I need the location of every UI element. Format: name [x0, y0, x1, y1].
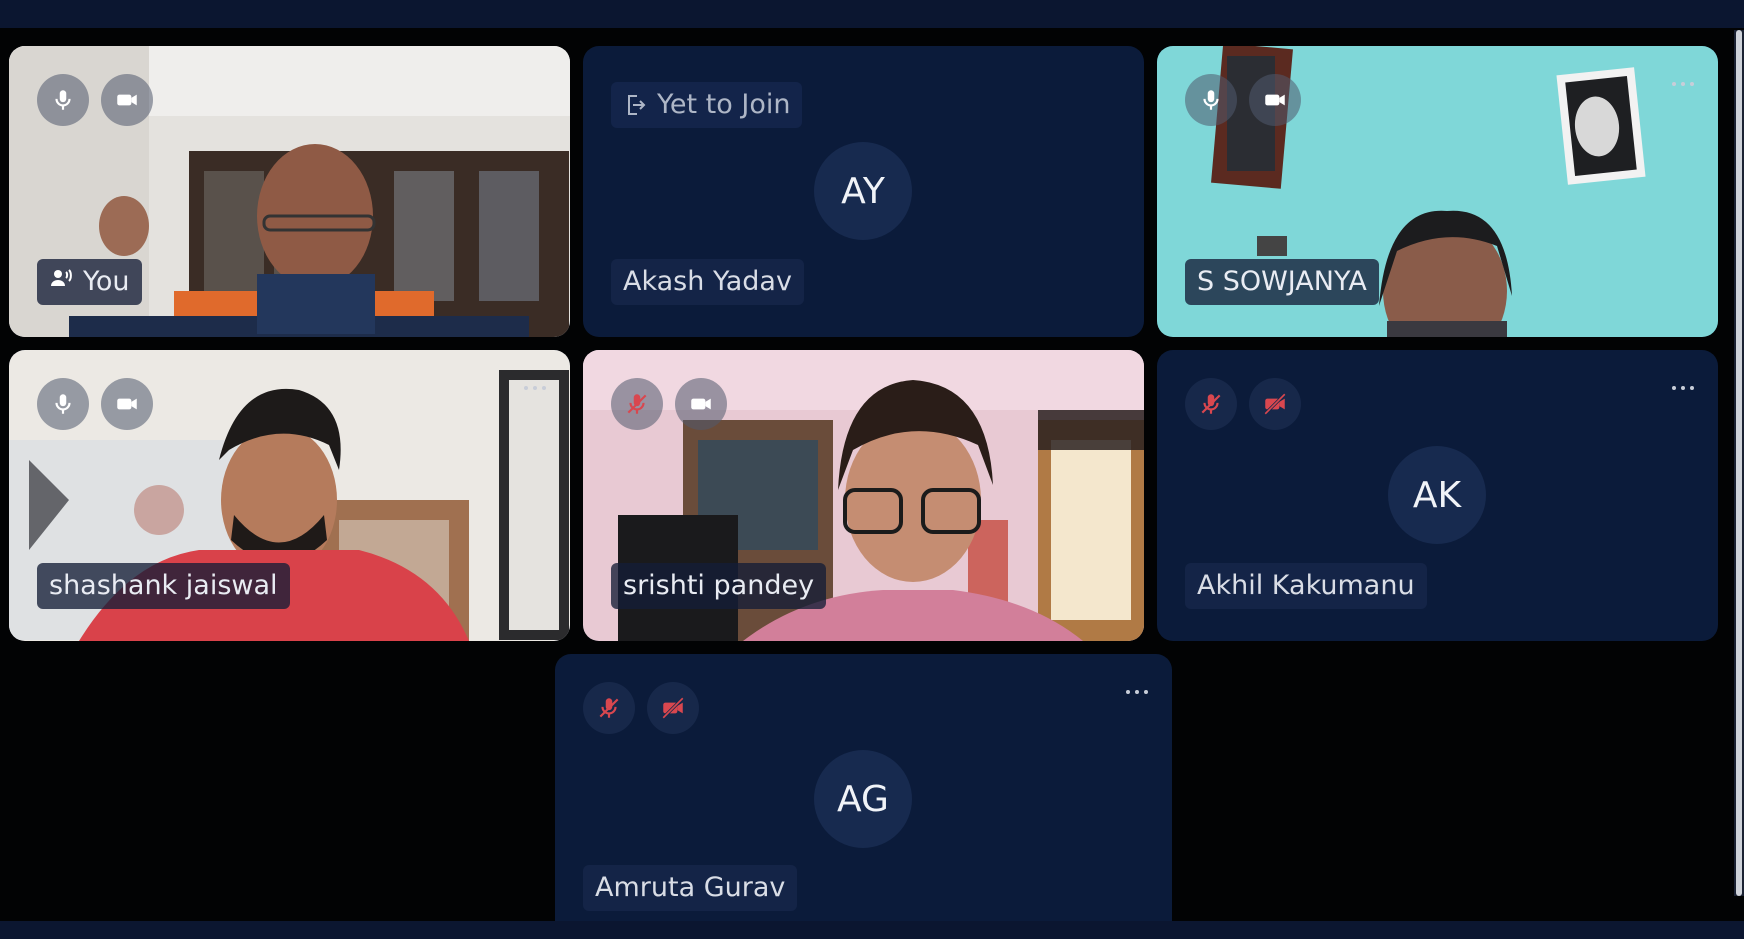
video-camera-icon: [691, 398, 711, 410]
more-options-button[interactable]: [524, 386, 546, 390]
video-camera-icon: [117, 398, 137, 410]
camera-button[interactable]: [101, 74, 153, 126]
video-camera-icon: [1265, 94, 1285, 106]
bottom-bar: [0, 921, 1744, 939]
participant-name: Akash Yadav: [611, 259, 804, 305]
scrollbar-thumb[interactable]: [1736, 30, 1742, 896]
video-camera-off-icon: [662, 697, 684, 719]
participant-name: Amruta Gurav: [583, 865, 798, 911]
participant-tile-srishti-pandey[interactable]: srishti pandey: [583, 350, 1144, 641]
participant-tile-s-sowjanya[interactable]: S SOWJANYA: [1157, 46, 1718, 337]
microphone-muted-button[interactable]: [611, 378, 663, 430]
more-options-button[interactable]: [1672, 386, 1694, 390]
avatar: AG: [814, 750, 912, 848]
microphone-muted-button[interactable]: [583, 682, 635, 734]
avatar: AK: [1388, 446, 1486, 544]
join-status-badge: Yet to Join: [611, 82, 803, 128]
participant-name: srishti pandey: [611, 563, 827, 609]
video-camera-icon: [117, 94, 137, 106]
participant-name: shashank jaiswal: [37, 563, 290, 609]
more-horizontal-icon: [1126, 690, 1130, 694]
top-bar: [0, 0, 1744, 28]
video-camera-off-icon: [1264, 393, 1286, 415]
participant-tile-akhil-kakumanu[interactable]: AK Akhil Kakumanu: [1157, 350, 1718, 641]
microphone-icon: [1203, 90, 1219, 110]
meeting-app: You Yet to Join AY Akash Yadav S SOWJANY…: [0, 0, 1744, 939]
more-horizontal-icon: [1672, 386, 1676, 390]
camera-button[interactable]: [675, 378, 727, 430]
camera-button[interactable]: [1249, 74, 1301, 126]
participant-tile-amruta-gurav[interactable]: AG Amruta Gurav: [555, 654, 1172, 921]
participant-tile-shashank-jaiswal[interactable]: shashank jaiswal: [9, 350, 570, 641]
microphone-icon: [55, 394, 71, 414]
microphone-button[interactable]: [1185, 74, 1237, 126]
more-options-button[interactable]: [1672, 82, 1694, 86]
avatar: AY: [814, 142, 912, 240]
participant-name: You: [37, 258, 142, 305]
scrollbar[interactable]: [1734, 30, 1744, 896]
more-horizontal-icon: [1672, 82, 1676, 86]
participant-name-text: You: [83, 265, 130, 297]
join-status-text: Yet to Join: [657, 89, 791, 120]
microphone-off-icon: [1201, 394, 1221, 414]
participant-name: S SOWJANYA: [1185, 259, 1379, 305]
microphone-muted-button[interactable]: [1185, 378, 1237, 430]
join-exit-icon: [628, 95, 646, 115]
microphone-button[interactable]: [37, 74, 89, 126]
participant-tile-akash-yadav[interactable]: Yet to Join AY Akash Yadav: [583, 46, 1144, 337]
participant-name: Akhil Kakumanu: [1185, 563, 1427, 609]
microphone-icon: [55, 90, 71, 110]
more-options-button[interactable]: [1126, 690, 1148, 694]
microphone-off-icon: [599, 698, 619, 718]
microphone-off-icon: [627, 394, 647, 414]
speaking-user-icon: [49, 265, 75, 299]
more-horizontal-icon: [524, 386, 528, 390]
microphone-button[interactable]: [37, 378, 89, 430]
camera-off-button[interactable]: [1249, 378, 1301, 430]
participant-tile-you[interactable]: You: [9, 46, 570, 337]
camera-off-button[interactable]: [647, 682, 699, 734]
camera-button[interactable]: [101, 378, 153, 430]
